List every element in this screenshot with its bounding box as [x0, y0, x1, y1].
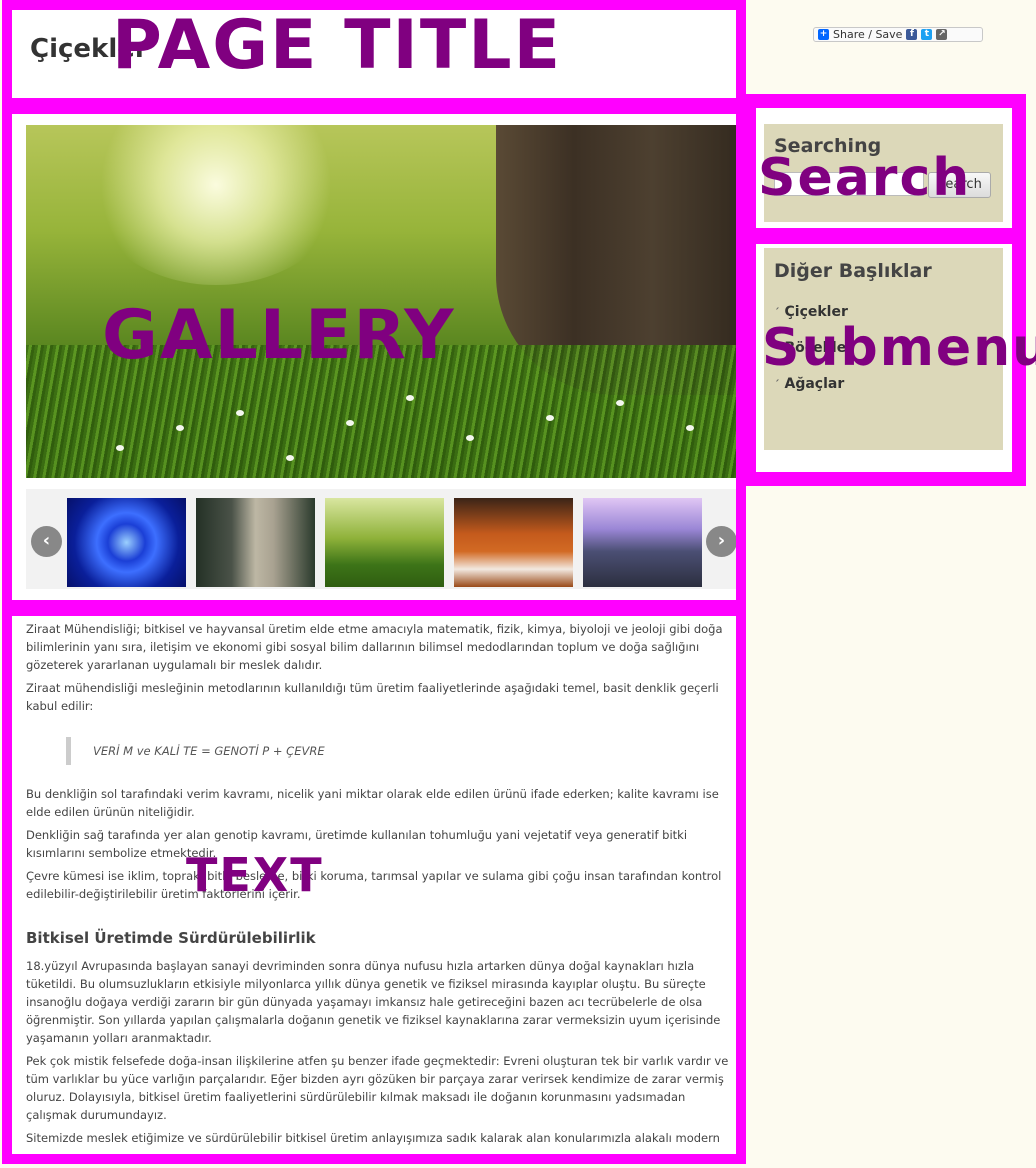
paragraph-line: tüm varlıklar bu yüce varlığın parçaları…	[26, 1072, 724, 1086]
sunlight-glow	[86, 125, 346, 285]
share-plus-icon: +	[818, 29, 829, 40]
paragraph-line: çalışmak durumundayız.	[26, 1108, 167, 1122]
gallery-overlay-label: GALLERY	[102, 296, 456, 375]
flower	[616, 400, 624, 406]
flower	[116, 445, 124, 451]
flower	[286, 455, 294, 461]
gallery-thumbnail-strip: ‹ ›	[26, 489, 736, 589]
flower	[406, 395, 414, 401]
submenu-heading: Diğer Başlıklar	[774, 260, 932, 282]
flower	[346, 420, 354, 426]
paragraph-line: gözeterek yararlanan uygulamalı bir mesl…	[26, 658, 323, 672]
paragraph-line: edilebilir-değiştirilebilir üretim faktö…	[26, 887, 301, 901]
search-overlay-label: Search	[758, 148, 972, 208]
share-save-button[interactable]: + Share / Save f t ↗	[813, 27, 983, 42]
flower	[176, 425, 184, 431]
paragraph-line: kabul edilir:	[26, 699, 94, 713]
paragraph-line: Denkliğin sağ tarafında yer alan genotip…	[26, 828, 688, 842]
submenu-overlay-label: Submenu	[762, 318, 1036, 378]
section-heading: Bitkisel Üretimde Sürdürülebilirlik	[26, 929, 316, 947]
content-region: Ziraat Mühendisliği; bitkisel ve hayvans…	[2, 606, 746, 1164]
paragraph-line: oluruz. Dolayısıyla, bitkisel üretim faa…	[26, 1090, 686, 1104]
thumbnail-stone-statue[interactable]	[196, 498, 315, 587]
submenu-item-agaclar[interactable]: ´ Ağaçlar	[774, 376, 844, 392]
thumbnail-drums[interactable]	[454, 498, 573, 587]
paragraph-line: Ziraat mühendisliği mesleğinin metodları…	[26, 681, 719, 695]
paragraph-line: insanoğlu doğaya verdiği zararın bir gün…	[26, 995, 703, 1009]
facebook-icon[interactable]: f	[906, 29, 918, 40]
paragraph-line: 18.yüzyıl Avrupasında başlayan sanayi de…	[26, 959, 695, 973]
twitter-icon[interactable]: t	[921, 29, 933, 40]
paragraph-line: Sitemizde meslek etiğimize ve sürdürüleb…	[26, 1131, 720, 1145]
paragraph-line: bilimlerinin yanı sıra, iletişim ve ekon…	[26, 640, 700, 654]
flower	[546, 415, 554, 421]
chevron-icon: ´	[774, 378, 780, 391]
submenu-item-label: Ağaçlar	[784, 376, 845, 392]
gallery-prev-arrow-icon[interactable]: ‹	[31, 526, 62, 557]
thumbnail-glass-building[interactable]	[583, 498, 702, 587]
paragraph-line: Çevre kümesi ise iklim, toprak, bitki be…	[26, 869, 722, 883]
gallery-next-arrow-icon[interactable]: ›	[706, 526, 736, 557]
share-label: Share / Save	[833, 28, 903, 41]
thumbnail-meadow[interactable]	[325, 498, 444, 587]
paragraph-line: yaşamanın yolları aranmaktadır.	[26, 1031, 212, 1045]
share-arrow-icon[interactable]: ↗	[936, 29, 948, 40]
text-overlay-label: TEXT	[186, 848, 324, 902]
page-title-overlay-label: PAGE TITLE	[112, 6, 563, 85]
thumbnail-water-drop[interactable]	[67, 498, 186, 587]
paragraph-line: Bu denkliğin sol tarafındaki verim kavra…	[26, 787, 719, 801]
article-body: Ziraat Mühendisliği; bitkisel ve hayvans…	[26, 620, 736, 1164]
flower	[236, 410, 244, 416]
formula-quote: VERİ M ve KALİ TE = GENOTİ P + ÇEVRE	[66, 737, 736, 765]
paragraph-line: Pek çok mistik felsefede doğa-insan iliş…	[26, 1054, 729, 1068]
paragraph-line: tüketildi. Bu olumsuzlukların etkisiyle …	[26, 977, 706, 991]
paragraph-line: kısımlarını sembolize etmektedir.	[26, 846, 217, 860]
flower	[466, 435, 474, 441]
flower	[686, 425, 694, 431]
paragraph-line: Ziraat Mühendisliği; bitkisel ve hayvans…	[26, 622, 723, 636]
paragraph-line: öğrenmiştir. Son yıllarda yapılan çalışm…	[26, 1013, 721, 1027]
paragraph-line: elde edilen ürünün niteliğidir.	[26, 805, 195, 819]
